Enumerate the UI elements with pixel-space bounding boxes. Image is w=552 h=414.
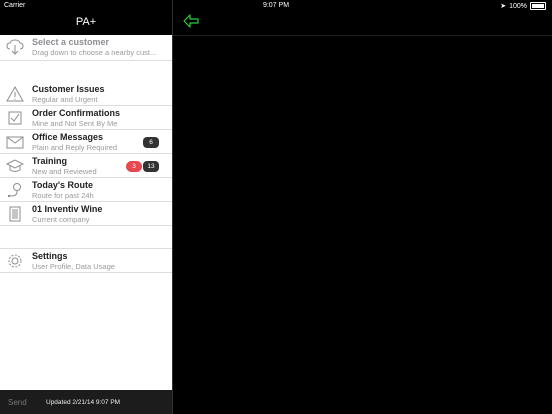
- sidebar-item-subtitle: Mine and Not Sent By Me: [32, 119, 118, 128]
- send-button[interactable]: Send: [8, 398, 27, 407]
- battery-icon: [530, 2, 546, 10]
- select-customer-subtitle: Drag down to choose a nearby cust...: [32, 48, 157, 57]
- route-icon: [6, 182, 24, 198]
- gear-icon: [6, 253, 24, 269]
- sidebar-item-label: Order Confirmations: [32, 108, 121, 118]
- sidebar-item-todays-route[interactable]: Today's Route Route for past 24h: [0, 178, 172, 202]
- sidebar-item-label: Customer Issues: [32, 84, 105, 94]
- sidebar-item-settings[interactable]: Settings User Profile, Data Usage: [0, 248, 172, 273]
- sidebar-item-subtitle: New and Reviewed: [32, 167, 97, 176]
- cloud-download-icon: [6, 39, 24, 55]
- status-right: ➤ 100%: [500, 2, 546, 10]
- sidebar-item-label: Office Messages: [32, 132, 104, 142]
- sidebar-item-customer-issues[interactable]: Customer Issues Regular and Urgent: [0, 82, 172, 106]
- building-icon: [6, 206, 24, 222]
- sidebar-item-office-messages[interactable]: Office Messages Plain and Reply Required…: [0, 130, 172, 154]
- unread-badge: 6: [143, 137, 159, 148]
- sidebar-item-label: Settings: [32, 251, 68, 261]
- graduation-cap-icon: [5, 158, 25, 174]
- battery-label: 100%: [509, 2, 527, 10]
- count-badge: 13: [143, 161, 159, 172]
- sidebar-item-label: Training: [32, 156, 68, 166]
- sidebar-item-subtitle: User Profile, Data Usage: [32, 262, 115, 271]
- sidebar-footer: Send Updated 2/21/14 9:07 PM: [0, 390, 172, 414]
- warning-icon: [6, 85, 24, 102]
- sidebar-item-order-confirmations[interactable]: Order Confirmations Mine and Not Sent By…: [0, 106, 172, 130]
- status-time: 9:07 PM: [262, 2, 290, 9]
- sidebar-item-subtitle: Current company: [32, 215, 90, 224]
- location-icon: ➤: [500, 3, 507, 10]
- back-arrow-icon[interactable]: [183, 14, 199, 28]
- sidebar: PA+ Select a customer Drag down to choos…: [0, 0, 172, 414]
- sidebar-item-subtitle: Route for past 24h: [32, 191, 94, 200]
- new-badge: 3: [126, 161, 142, 172]
- sidebar-item-training[interactable]: Training New and Reviewed 3 13: [0, 154, 172, 178]
- sidebar-item-company[interactable]: 01 Inventiv Wine Current company: [0, 202, 172, 226]
- detail-pane: [172, 0, 552, 414]
- sidebar-item-label: 01 Inventiv Wine: [32, 204, 103, 214]
- sidebar-item-subtitle: Regular and Urgent: [32, 95, 98, 104]
- checkbox-icon: [6, 110, 24, 126]
- select-customer-title: Select a customer: [32, 37, 110, 47]
- updated-label: Updated 2/21/14 9:07 PM: [46, 399, 121, 406]
- envelope-icon: [6, 134, 24, 150]
- select-customer-row[interactable]: Select a customer Drag down to choose a …: [0, 35, 172, 61]
- status-bar: Carrier 9:07 PM ➤ 100%: [0, 0, 552, 12]
- app-title: PA+: [75, 16, 97, 28]
- sidebar-item-label: Today's Route: [32, 180, 93, 190]
- sidebar-item-subtitle: Plain and Reply Required: [32, 143, 118, 152]
